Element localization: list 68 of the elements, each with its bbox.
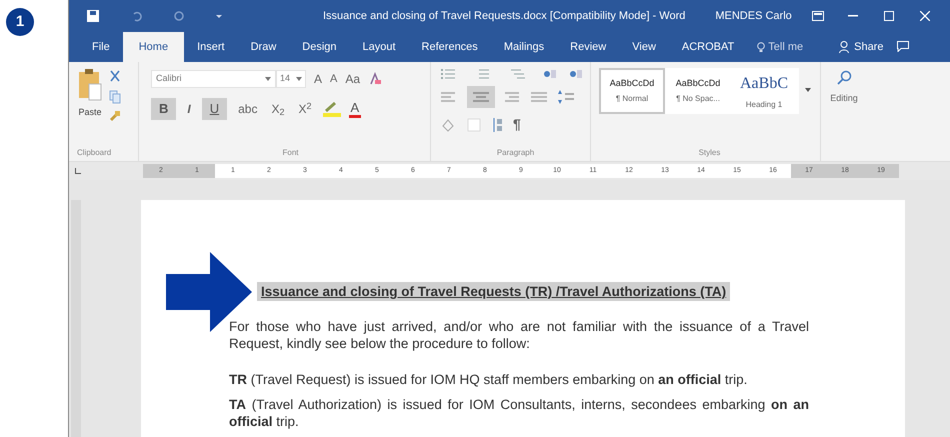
style-option[interactable]: AaBbCcDd ¶ No Spac... xyxy=(665,68,731,114)
dropdown-icon[interactable] xyxy=(265,77,271,81)
scissors-icon[interactable] xyxy=(109,70,121,84)
font-size-field[interactable]: 14 xyxy=(276,70,306,88)
style-option[interactable]: AaBbCcDd ¶ Normal xyxy=(599,68,665,114)
increase-indent-icon[interactable] xyxy=(569,68,583,80)
ribbon-display-icon[interactable] xyxy=(812,11,824,21)
group-label: Paragraph xyxy=(496,147,534,159)
ribbon-tab[interactable]: Home xyxy=(122,32,184,62)
person-icon xyxy=(839,41,850,53)
undo-icon[interactable] xyxy=(131,10,143,22)
ribbon-tab[interactable]: Mailings xyxy=(490,32,558,62)
ribbon-tab[interactable]: Design xyxy=(289,32,350,62)
ribbon-tab[interactable]: Insert xyxy=(184,32,238,62)
ribbon-tab[interactable]: Layout xyxy=(350,32,409,62)
step-badge: 1 xyxy=(6,8,34,36)
window-title: Issuance and closing of Travel Requests.docx [Compatibility Mode] - Word xyxy=(323,8,686,24)
dropdown-icon[interactable] xyxy=(296,77,302,81)
style-option[interactable]: AaBbC Heading 1 xyxy=(731,68,797,114)
ribbon-tab[interactable]: File xyxy=(79,32,123,62)
customize-icon[interactable] xyxy=(215,13,223,19)
ribbon-tab[interactable]: ACROBAT xyxy=(668,32,748,62)
ribbon-tab[interactable]: Draw xyxy=(238,32,290,62)
format-button[interactable]: X$^{2}$ xyxy=(296,98,315,120)
share-button[interactable]: Share xyxy=(839,32,884,62)
body-paragraph: For those who have just arrived, and/or who are not familiar with the issuance of a Travel Request, kindly see below the procedure to follow: xyxy=(229,318,809,352)
format-painter-icon[interactable] xyxy=(109,110,121,122)
decrease-indent-icon[interactable] xyxy=(543,68,557,80)
paste-icon[interactable] xyxy=(77,68,103,102)
user-name[interactable]: MENDES Carlo xyxy=(715,8,792,24)
font-color-button[interactable]: A xyxy=(348,100,362,118)
group-label: Styles xyxy=(698,147,720,159)
maximize-icon[interactable] xyxy=(884,11,894,21)
paste-button[interactable]: Paste xyxy=(78,106,102,120)
format-button[interactable]: abc xyxy=(235,98,260,120)
grow-font-button[interactable]: A xyxy=(314,70,322,88)
tab-stop-icon[interactable] xyxy=(75,168,81,174)
line-spacing-icon[interactable] xyxy=(557,89,575,105)
highlighter-icon[interactable] xyxy=(322,101,341,117)
comment-icon[interactable] xyxy=(897,41,910,52)
ribbon-tab[interactable]: View xyxy=(619,32,669,62)
font-name-field[interactable]: Calibri xyxy=(151,70,276,88)
change-case-button[interactable]: Aa xyxy=(345,70,360,88)
close-icon[interactable] xyxy=(920,11,930,21)
tell-me-button[interactable]: Tell me xyxy=(757,32,804,62)
ribbon-tab[interactable]: Review xyxy=(557,32,620,62)
minimize-icon[interactable] xyxy=(848,15,858,17)
body-paragraph: TA (Travel Authorization) is issued for IOM Consultants, interns, secondees embarking on an official trip. xyxy=(229,396,809,430)
shrink-font-button[interactable]: A xyxy=(330,70,338,88)
clear-formatting-icon[interactable] xyxy=(368,72,382,86)
save-icon[interactable] xyxy=(87,10,99,22)
arrow-icon xyxy=(166,252,252,332)
align-center-icon xyxy=(473,91,489,103)
search-icon[interactable] xyxy=(836,70,852,86)
ribbon-tab[interactable]: References xyxy=(408,32,491,62)
show-marks-button[interactable]: ¶ xyxy=(513,114,521,135)
more-styles-icon[interactable] xyxy=(805,88,811,92)
body-paragraph: TR (Travel Request) is issued for IOM HQ staff members embarking on an official trip. xyxy=(229,371,748,388)
lightbulb-icon xyxy=(757,42,766,52)
format-button[interactable]: X$_{2}$ xyxy=(268,98,288,120)
document-heading: Issuance and closing of Travel Requests (TR) /Travel Authorizations (TA) xyxy=(257,282,730,301)
copy-icon[interactable] xyxy=(109,90,121,104)
format-button[interactable]: I xyxy=(184,98,194,120)
editing-button[interactable]: Editing xyxy=(830,92,858,106)
format-button[interactable]: B xyxy=(151,98,176,120)
group-label: Clipboard xyxy=(77,147,112,159)
group-label: Font xyxy=(282,147,298,159)
format-button[interactable]: U xyxy=(202,98,228,120)
